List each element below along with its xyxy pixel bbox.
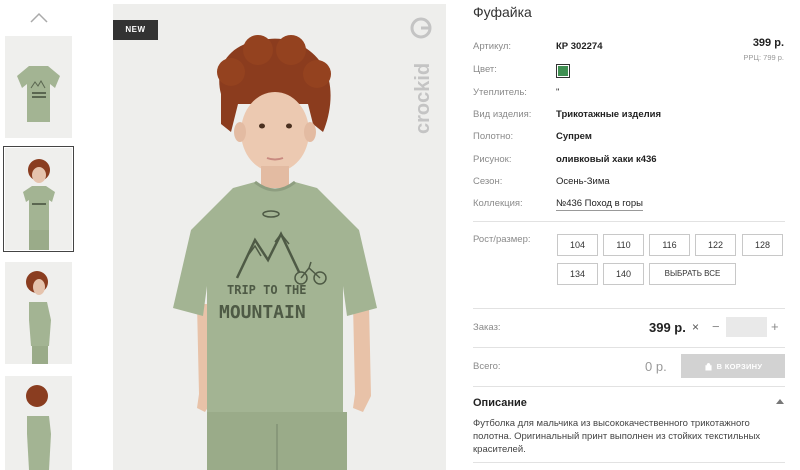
product-info-panel: Фуфайка Артикул: КР 302274 399 р. РРЦ: 7… [473, 0, 793, 470]
total-value: 0 р. [645, 359, 667, 374]
brand-wordmark: crockid [412, 63, 434, 134]
detail-value-article: КР 302274 [556, 41, 603, 52]
divider [473, 386, 785, 387]
print-line-1: TRIP TO THE [227, 283, 306, 297]
thumbnail-model-front[interactable] [3, 146, 74, 252]
crockid-logo: crockid [410, 17, 434, 134]
detail-label-color: Цвет: [473, 64, 497, 75]
detail-value-collection[interactable]: №436 Поход в горы [556, 198, 643, 211]
add-to-cart-button[interactable]: В КОРЗИНУ [681, 354, 785, 378]
product-title: Фуфайка [473, 4, 532, 20]
size-label: Рост/размер: [473, 234, 531, 245]
chevron-up-icon[interactable] [776, 398, 784, 404]
detail-value-pattern: оливковый хаки к436 [556, 154, 657, 165]
order-price: 399 р. [649, 320, 686, 335]
product-rrp: РРЦ: 799 р. [743, 53, 784, 62]
detail-label-article: Артикул: [473, 41, 512, 52]
size-option-128[interactable]: 128 [742, 234, 783, 256]
order-label: Заказ: [473, 322, 501, 333]
size-option-140[interactable]: 140 [603, 263, 644, 285]
size-option-134[interactable]: 134 [557, 263, 598, 285]
detail-label-pattern: Рисунок: [473, 154, 512, 165]
print-line-2: MOUNTAIN [219, 302, 306, 323]
color-swatch[interactable] [556, 64, 570, 78]
size-option-110[interactable]: 110 [603, 234, 644, 256]
decrease-quantity-button[interactable]: − [712, 319, 720, 334]
new-badge: NEW [113, 20, 158, 40]
thumbnail-shirt[interactable] [5, 36, 72, 138]
detail-value-product-type: Трикотажные изделия [556, 109, 662, 120]
description-text: Футболка для мальчика из высококачествен… [473, 418, 761, 455]
size-option-122[interactable]: 122 [695, 234, 736, 256]
main-product-photo[interactable]: TRIP TO THE MOUNTAIN [113, 4, 446, 470]
product-price: 399 р. [752, 37, 784, 49]
select-all-sizes-button[interactable]: ВЫБРАТЬ ВСЕ [649, 263, 736, 285]
size-option-116[interactable]: 116 [649, 234, 690, 256]
thumbnail-model-back[interactable] [5, 376, 72, 470]
detail-value-insulation: " [556, 87, 560, 98]
detail-value-season: Осень-Зима [556, 176, 610, 187]
add-to-cart-label: В КОРЗИНУ [716, 361, 763, 371]
total-label: Всего: [473, 361, 501, 372]
thumbnail-model-side[interactable] [5, 262, 72, 364]
divider [473, 221, 785, 222]
detail-label-product-type: Вид изделия: [473, 109, 532, 120]
bag-icon [705, 362, 712, 370]
increase-quantity-button[interactable]: + [771, 319, 779, 334]
detail-label-season: Сезон: [473, 176, 503, 187]
detail-label-collection: Коллекция: [473, 198, 523, 209]
divider [473, 347, 785, 348]
description-title[interactable]: Описание [473, 397, 527, 409]
detail-value-fabric: Супрем [556, 131, 592, 142]
detail-label-insulation: Утеплитель: [473, 87, 527, 98]
clear-order-icon[interactable]: × [692, 320, 699, 334]
quantity-input[interactable] [726, 317, 767, 337]
collection-link[interactable]: №436 Поход в горы [556, 198, 643, 211]
size-option-104[interactable]: 104 [557, 234, 598, 256]
divider [473, 308, 785, 309]
chevron-up-icon[interactable] [29, 10, 49, 24]
thumbnail-gallery [0, 0, 80, 470]
divider [473, 462, 785, 463]
detail-label-fabric: Полотно: [473, 131, 514, 142]
